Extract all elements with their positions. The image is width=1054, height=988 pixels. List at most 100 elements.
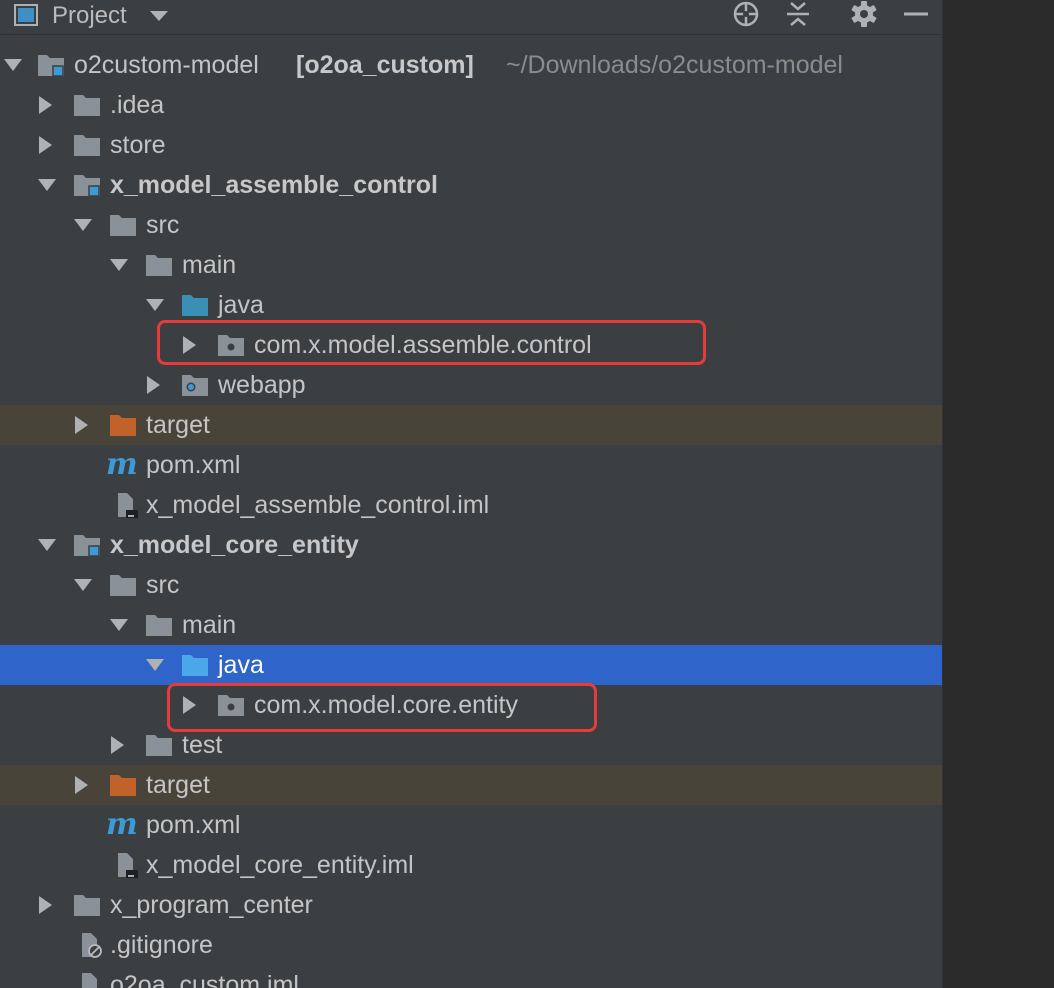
maven-icon: m [106, 447, 138, 482]
tree-item-label: com.x.model.core.entity [254, 691, 518, 719]
tree-item-root-module[interactable]: o2custom-model [o2oa_custom] ~/Downloads… [0, 45, 942, 85]
tree-item-pom[interactable]: m pom.xml [0, 805, 942, 845]
tree-item-label: main [182, 611, 237, 639]
expanded-arrow-icon[interactable] [110, 255, 128, 273]
tree-item-assemble-module[interactable]: x_model_assemble_control [0, 165, 942, 205]
collapsed-arrow-icon[interactable] [180, 335, 198, 354]
tree-item-label: src [146, 211, 180, 239]
tree-item-label: main [182, 251, 237, 279]
excluded-folder-icon [110, 415, 136, 436]
tree-item-label: o2custom-model [74, 51, 259, 79]
collapsed-arrow-icon[interactable] [72, 775, 90, 794]
expanded-arrow-icon[interactable] [74, 575, 92, 593]
tree-item-label: x_model_core_entity [110, 531, 359, 559]
module-path-label: ~/Downloads/o2custom-model [506, 51, 843, 79]
folder-icon [74, 895, 100, 916]
tree-item-program-center[interactable]: x_program_center [0, 885, 942, 925]
project-view-title[interactable]: Project [52, 2, 127, 30]
source-folder-icon [182, 655, 208, 676]
tree-item-webapp[interactable]: webapp [0, 365, 942, 405]
project-tool-window: Project o2custom-model [o2oa_custom] ~/D… [0, 0, 943, 988]
folder-icon [146, 255, 172, 276]
view-mode-icon[interactable] [14, 4, 38, 26]
tree-item-label: o2oa_custom.iml [110, 971, 299, 988]
hide-icon[interactable] [900, 0, 932, 32]
folder-icon [110, 215, 136, 236]
module-folder-icon [74, 175, 100, 197]
tree-item-java[interactable]: java [0, 285, 942, 325]
tree-item-main[interactable]: main [0, 605, 942, 645]
tree-item-label: com.x.model.assemble.control [254, 331, 592, 359]
package-icon [218, 695, 244, 716]
tree-item-label: src [146, 571, 180, 599]
dropdown-icon[interactable] [150, 11, 168, 21]
tree-item-package-assemble[interactable]: com.x.model.assemble.control [0, 325, 942, 365]
tree-item-label: webapp [218, 371, 306, 399]
package-icon [218, 335, 244, 356]
expanded-arrow-icon[interactable] [38, 175, 56, 193]
tree-item-label: java [218, 651, 264, 679]
module-file-icon [118, 493, 138, 518]
tree-item-label: test [182, 731, 223, 759]
collapsed-arrow-icon[interactable] [180, 695, 198, 714]
locate-icon[interactable] [730, 0, 762, 32]
gear-icon[interactable] [848, 0, 880, 32]
tree-item-target[interactable]: target [0, 765, 942, 805]
expanded-arrow-icon[interactable] [38, 535, 56, 553]
collapsed-arrow-icon[interactable] [72, 415, 90, 434]
tree-item-main[interactable]: main [0, 245, 942, 285]
collapsed-arrow-icon[interactable] [36, 135, 54, 154]
module-folder-icon [74, 535, 100, 557]
module-file-icon [82, 973, 97, 988]
tree-item-target[interactable]: target [0, 405, 942, 445]
tree-item-label: x_model_assemble_control.iml [146, 491, 490, 519]
collapsed-arrow-icon[interactable] [144, 375, 162, 394]
collapsed-arrow-icon[interactable] [36, 895, 54, 914]
tree-item-label: x_program_center [110, 891, 313, 919]
tree-item-iml[interactable]: x_model_assemble_control.iml [0, 485, 942, 525]
tree-item-src[interactable]: src [0, 565, 942, 605]
tree-item-label: java [218, 291, 264, 319]
tree-item-iml[interactable]: x_model_core_entity.iml [0, 845, 942, 885]
project-header: Project [0, 0, 942, 35]
folder-icon [110, 575, 136, 596]
tree-item-store[interactable]: store [0, 125, 942, 165]
tree-item-label: store [110, 131, 166, 159]
tree-item-core-module[interactable]: x_model_core_entity [0, 525, 942, 565]
expanded-arrow-icon[interactable] [146, 295, 164, 313]
module-folder-icon [38, 55, 64, 77]
tree-item-label: .idea [110, 91, 165, 119]
expanded-arrow-icon[interactable] [4, 55, 22, 73]
folder-icon [146, 735, 172, 756]
tree-item-label: pom.xml [146, 451, 241, 479]
source-folder-icon [182, 295, 208, 316]
module-name-label: [o2oa_custom] [296, 51, 474, 79]
folder-icon [146, 615, 172, 636]
tree-item-label: .gitignore [110, 931, 213, 959]
tree-item-label: x_model_core_entity.iml [146, 851, 414, 879]
folder-icon [74, 135, 100, 156]
tree-item-label: target [146, 771, 210, 799]
tree-item-label: pom.xml [146, 811, 241, 839]
collapsed-arrow-icon[interactable] [36, 95, 54, 114]
web-folder-icon [182, 375, 208, 396]
expanded-arrow-icon[interactable] [146, 655, 164, 673]
editor-area [943, 0, 1054, 988]
tree-item-pom[interactable]: m pom.xml [0, 445, 942, 485]
excluded-folder-icon [110, 775, 136, 796]
tree-item-root-iml[interactable]: o2oa_custom.iml [0, 965, 942, 988]
maven-icon: m [106, 807, 138, 842]
tree-item-idea[interactable]: .idea [0, 85, 942, 125]
collapsed-arrow-icon[interactable] [108, 735, 126, 754]
folder-icon [74, 95, 100, 116]
tree-item-java-selected[interactable]: java [0, 645, 942, 685]
tree-item-src[interactable]: src [0, 205, 942, 245]
tree-item-label: target [146, 411, 210, 439]
tree-item-test[interactable]: test [0, 725, 942, 765]
collapse-all-icon[interactable] [782, 0, 814, 32]
tree-item-gitignore[interactable]: .gitignore [0, 925, 942, 965]
expanded-arrow-icon[interactable] [110, 615, 128, 633]
tree-item-package-core[interactable]: com.x.model.core.entity [0, 685, 942, 725]
expanded-arrow-icon[interactable] [74, 215, 92, 233]
module-file-icon [118, 853, 138, 878]
